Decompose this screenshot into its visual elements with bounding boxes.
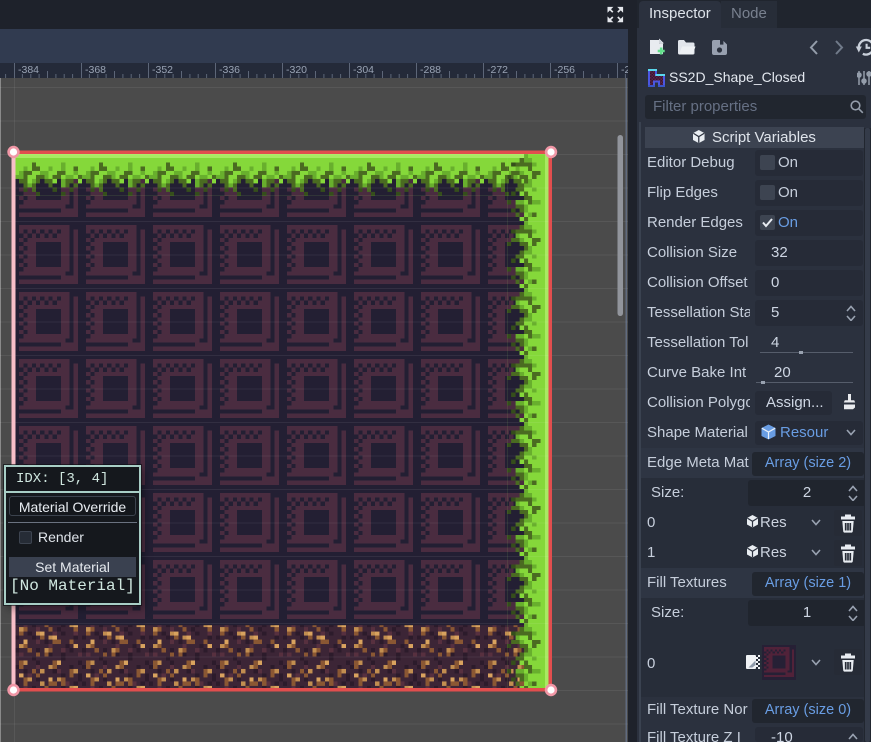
svg-text:-240: -240 [621, 64, 628, 76]
svg-text:-304: -304 [353, 64, 374, 76]
svg-text:-272: -272 [487, 64, 508, 76]
svg-text:-352: -352 [152, 64, 173, 76]
svg-text:-288: -288 [420, 64, 441, 76]
svg-text:-384: -384 [18, 64, 39, 76]
svg-text:-256: -256 [554, 64, 575, 76]
svg-text:-368: -368 [85, 64, 106, 76]
svg-text:-336: -336 [219, 64, 240, 76]
svg-text:-320: -320 [286, 64, 307, 76]
